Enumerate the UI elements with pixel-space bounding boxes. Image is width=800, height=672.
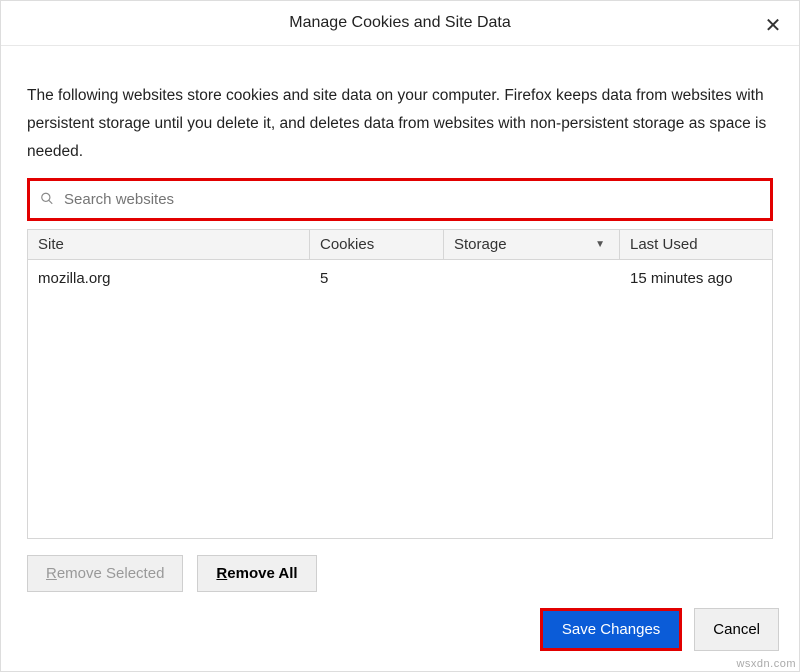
search-input[interactable]	[30, 181, 770, 218]
column-site[interactable]: Site	[28, 230, 310, 259]
table-header: Site Cookies Storage ▼ Last Used	[28, 230, 772, 260]
table-body: mozilla.org 5 15 minutes ago	[28, 260, 772, 538]
dialog-body: The following websites store cookies and…	[1, 46, 799, 539]
titlebar: Manage Cookies and Site Data ✕	[1, 1, 799, 46]
save-highlight: Save Changes	[540, 608, 682, 651]
save-changes-button[interactable]: Save Changes	[543, 611, 679, 648]
manage-cookies-dialog: Manage Cookies and Site Data ✕ The follo…	[0, 0, 800, 672]
footer-left: Remove Selected Remove All	[1, 539, 799, 602]
sites-table: Site Cookies Storage ▼ Last Used mozilla…	[27, 229, 773, 539]
sort-desc-icon: ▼	[595, 239, 605, 250]
close-icon: ✕	[765, 13, 782, 38]
description-text: The following websites store cookies and…	[27, 60, 773, 178]
table-row[interactable]: mozilla.org 5 15 minutes ago	[28, 260, 772, 297]
cancel-button[interactable]: Cancel	[694, 608, 779, 651]
search-highlight	[27, 178, 773, 221]
column-cookies[interactable]: Cookies	[310, 230, 444, 259]
column-storage[interactable]: Storage ▼	[444, 230, 620, 259]
remove-all-button[interactable]: Remove All	[197, 555, 316, 592]
close-button[interactable]: ✕	[761, 13, 785, 37]
cell-cookies: 5	[310, 270, 444, 287]
dialog-title: Manage Cookies and Site Data	[289, 14, 510, 32]
column-last-used[interactable]: Last Used	[620, 230, 772, 259]
search-icon	[40, 191, 54, 208]
cell-last-used: 15 minutes ago	[620, 270, 772, 287]
remove-selected-button: Remove Selected	[27, 555, 183, 592]
cell-storage	[444, 270, 620, 287]
footer-right: Save Changes Cancel	[1, 602, 799, 671]
cell-site: mozilla.org	[28, 270, 310, 287]
